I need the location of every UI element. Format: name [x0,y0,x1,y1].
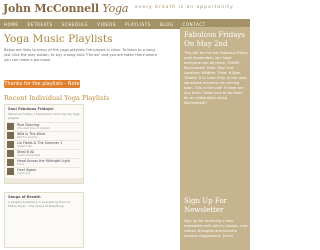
main-content: Yoga Music Playlists Below are links to … [4,33,164,63]
track-row[interactable]: Lie Fields & The Summer 1 Stuart Hall [7,139,81,149]
sidebar-text: This will be the last Fabulous Friday un… [184,51,248,105]
track-text: Head Across the Midnight Light Flunk [17,159,70,166]
newsletter-title: Sign Up For Newsletter [184,197,227,214]
site-tagline: every breath is an opportunity [135,5,234,10]
sidebar: Fabulous Fridays On May 2nd This will be… [180,27,250,250]
track-artist: Flunk [17,161,25,166]
nav-item-blog[interactable]: BLOG [160,22,173,27]
album-art-icon [7,132,14,139]
playlist-subtitle: Fabulous Fridays | September 2012 Spring… [8,111,80,120]
thanks-button[interactable]: Thanks for the playlists - Note a fan! [4,80,80,95]
track-list: Rise Dancing Afro Celt Sound System Wild… [5,121,83,176]
intro-text: Below are links to many of the yoga play… [4,48,157,62]
nav-item-home[interactable]: HOME [4,22,19,27]
track-row[interactable]: Over Again Lightning [7,166,81,176]
track-row[interactable]: Steal It All Apollo Ensemble [7,148,81,158]
nav-item-contact[interactable]: CONTACT [182,22,205,27]
tagline-pre: every [135,5,153,10]
album-art-icon [7,159,14,166]
page-title: Yoga Music Playlists [4,33,113,45]
track-row[interactable]: Wild Is The Wind Bat For Lashes [7,130,81,140]
logo-name: John McConnell [3,2,99,15]
track-row[interactable]: Rise Dancing Afro Celt Sound System [7,121,81,131]
track-text: Lie Fields & The Summer 1 Stuart Hall [17,141,62,148]
album-art-icon [7,168,14,175]
playlist-widget-2[interactable]: Songs of Breath A playlist breathing in … [4,192,84,248]
site-header: John McConnell Yoga every breath is an o… [0,0,250,19]
nav-item-schedule[interactable]: SCHEDULE [62,22,88,27]
sidebar-title: Fabulous Fridays On May 2nd [184,31,245,48]
album-art-icon [7,150,14,157]
album-art-icon [7,141,14,148]
track-text: Steal It All Apollo Ensemble [17,150,40,157]
playlist-widget[interactable]: Soul Fabulous Fridays! Fabulous Fridays … [4,104,84,184]
tagline-post: is an opportunity [178,5,234,10]
nav-item-playlists[interactable]: PLAYLISTS [125,22,151,27]
album-art-icon [7,123,14,130]
playlist-subtitle: A playlist breathing in everything from … [8,199,71,208]
track-artist: Stuart Hall [17,143,32,148]
playlist-footer [5,178,83,183]
track-text: Wild Is The Wind Bat For Lashes [17,132,45,139]
track-artist: Afro Celt Sound System [17,125,51,130]
nav-item-videos[interactable]: VIDEOS [97,22,116,27]
track-artist: Lightning [17,170,31,175]
track-text: Over Again Lightning [17,168,36,175]
track-row[interactable]: Head Across the Midnight Light Flunk [7,157,81,167]
logo-word: Yoga [102,2,129,15]
track-artist: Apollo Ensemble [17,152,41,157]
site-logo[interactable]: John McConnell Yoga [3,2,128,15]
section-title: Recent Individual Yoga Playlists [4,94,110,102]
tagline-em: breath [155,5,177,10]
track-artist: Bat For Lashes [17,134,38,139]
track-text: Rise Dancing Afro Celt Sound System [17,123,50,130]
newsletter-text: Sign up for receiving a new newsletter w… [184,219,248,238]
nav-item-retreats[interactable]: RETREATS [28,22,53,27]
